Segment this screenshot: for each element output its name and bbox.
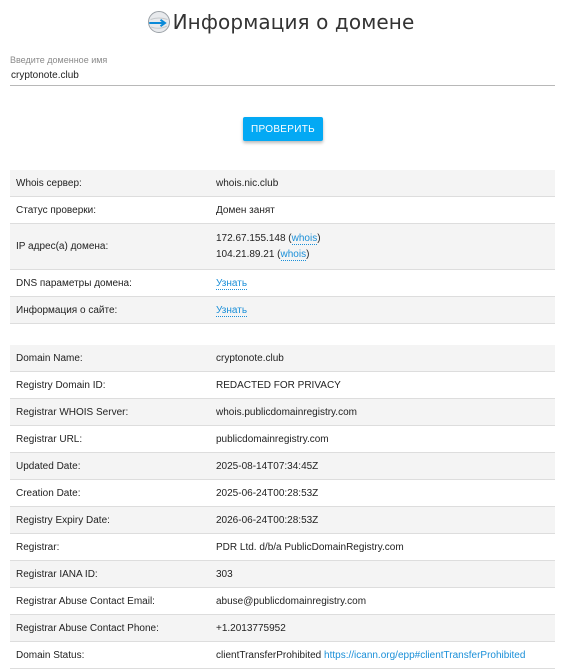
dns-label: DNS параметры домена: [10, 269, 210, 297]
check-button[interactable]: ПРОВЕРИТЬ [243, 117, 323, 141]
whois-value: whois.publicdomainregistry.com [210, 398, 555, 426]
whois-value-cell: clientTransferProhibited https://icann.o… [210, 641, 555, 669]
ip-address: 172.67.155.148 [216, 232, 286, 244]
whois-key: Registrar URL: [10, 425, 210, 453]
whois-link[interactable]: whois [280, 248, 307, 261]
site-info-label: Информация о сайте: [10, 296, 210, 324]
whois-key: Registrar WHOIS Server: [10, 398, 210, 426]
whois-key: Registrar Abuse Contact Phone: [10, 614, 210, 642]
table-row: Registrar: PDR Ltd. d/b/a PublicDomainReg… [10, 533, 555, 561]
page-header: Информация о домене [0, 6, 561, 38]
whois-key: Updated Date: [10, 452, 210, 480]
table-row: Domain Name: cryptonote.club [10, 345, 555, 372]
domain-field: Введите доменное имя [10, 55, 555, 86]
whois-key: Domain Status: [10, 641, 210, 669]
whois-key: Registry Expiry Date: [10, 506, 210, 534]
table-row: Whois сервер: whois.nic.club [10, 170, 555, 197]
whois-table: Domain Name: cryptonote.club Registry Dom… [10, 345, 555, 669]
page-title: Информация о домене [172, 10, 415, 34]
whois-key: Domain Name: [10, 345, 210, 372]
whois-value: cryptonote.club [210, 345, 555, 372]
table-row: Registrar WHOIS Server: whois.publicdomai… [10, 398, 555, 426]
domain-status-link[interactable]: https://icann.org/epp#clientTransferProh… [324, 650, 525, 661]
table-row: Registry Domain ID: REDACTED FOR PRIVACY [10, 371, 555, 399]
ip-address: 104.21.89.21 [216, 248, 275, 260]
whois-link[interactable]: whois [291, 232, 318, 245]
whois-value: 303 [210, 560, 555, 588]
table-row: Creation Date: 2025-06-24T00:28:53Z [10, 479, 555, 507]
whois-value: publicdomainregistry.com [210, 425, 555, 453]
table-row: Информация о сайте: Узнать [10, 296, 555, 324]
ip-item: 172.67.155.148 (whois) [216, 232, 321, 245]
table-row: Domain Status: clientTransferProhibited … [10, 641, 555, 669]
table-row: Статус проверки: Домен занят [10, 196, 555, 224]
status-label: Статус проверки: [10, 196, 210, 224]
whois-server-label: Whois сервер: [10, 170, 210, 197]
site-info-link[interactable]: Узнать [216, 304, 248, 317]
whois-value: PDR Ltd. d/b/a PublicDomainRegistry.com [210, 533, 555, 561]
ip-item: 104.21.89.21 (whois) [216, 248, 310, 261]
whois-value: 2025-08-14T07:34:45Z [210, 452, 555, 480]
domain-search-icon [147, 10, 171, 34]
table-row: IP адрес(а) домена: 172.67.155.148 (whoi… [10, 223, 555, 270]
table-row: Updated Date: 2025-08-14T07:34:45Z [10, 452, 555, 480]
ip-list: 172.67.155.148 (whois) 104.21.89.21 (who… [210, 223, 555, 270]
domain-input-label: Введите доменное имя [10, 55, 108, 65]
whois-value: 2026-06-24T00:28:53Z [210, 506, 555, 534]
table-row: DNS параметры домена: Узнать [10, 269, 555, 297]
whois-key: Creation Date: [10, 479, 210, 507]
table-row: Registrar Abuse Contact Phone: +1.2013775… [10, 614, 555, 642]
whois-value: 2025-06-24T00:28:53Z [210, 479, 555, 507]
whois-key: Registry Domain ID: [10, 371, 210, 399]
whois-value: REDACTED FOR PRIVACY [210, 371, 555, 399]
summary-table: Whois сервер: whois.nic.club Статус пров… [10, 170, 555, 324]
table-row: Registry Expiry Date: 2026-06-24T00:28:53… [10, 506, 555, 534]
whois-key: Registrar: [10, 533, 210, 561]
whois-server-value: whois.nic.club [210, 170, 555, 197]
table-row: Registrar IANA ID: 303 [10, 560, 555, 588]
status-value: Домен занят [210, 196, 555, 224]
dns-cell: Узнать [210, 269, 555, 297]
dns-link[interactable]: Узнать [216, 277, 248, 290]
table-row: Registrar Abuse Contact Email: abuse@publ… [10, 587, 555, 615]
whois-value: clientTransferProhibited [216, 649, 322, 661]
whois-key: Registrar IANA ID: [10, 560, 210, 588]
domain-input[interactable] [10, 68, 555, 86]
whois-value: abuse@publicdomainregistry.com [210, 587, 555, 615]
whois-key: Registrar Abuse Contact Email: [10, 587, 210, 615]
site-info-cell: Узнать [210, 296, 555, 324]
ip-label: IP адрес(а) домена: [10, 223, 210, 270]
whois-value: +1.2013775952 [210, 614, 555, 642]
table-row: Registrar URL: publicdomainregistry.com [10, 425, 555, 453]
